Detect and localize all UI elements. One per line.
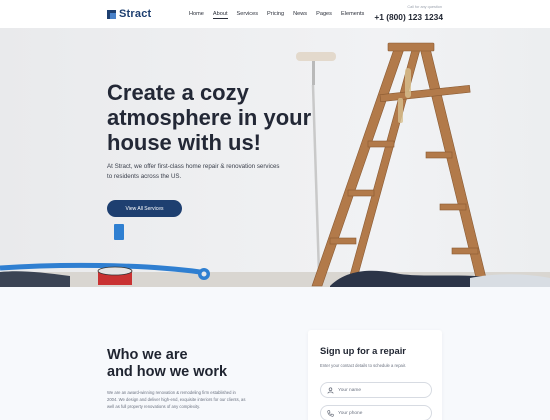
user-icon: [327, 387, 334, 394]
logo-text: Stract: [119, 8, 152, 20]
phone-label: Call for any question: [407, 5, 442, 9]
site-header: Stract Home About Services Pricing News …: [0, 0, 550, 28]
hero-subtitle: At Stract, we offer first-class home rep…: [107, 163, 280, 180]
phone-placeholder: Your phone: [338, 410, 363, 416]
paint-cup-icon: [114, 224, 124, 240]
view-services-button[interactable]: View All Services: [107, 200, 182, 217]
logo[interactable]: Stract: [107, 8, 151, 20]
name-placeholder: Your name: [338, 387, 362, 393]
signup-description: Enter your contact details to schedule a…: [320, 363, 407, 368]
signup-title: Sign up for a repair: [320, 345, 406, 356]
who-we-are-title: Who we are and how we work: [107, 347, 287, 381]
phone-field[interactable]: Your phone: [320, 405, 432, 420]
main-nav: Home About Services Pricing News Pages E…: [189, 11, 373, 19]
nav-news[interactable]: News: [293, 11, 307, 19]
paint-can-icon: [97, 266, 133, 285]
signup-card: Sign up for a repair Enter your contact …: [308, 330, 442, 420]
who-we-are-text: We are an award-winning renovation & rem…: [107, 390, 246, 409]
phone-number[interactable]: +1 (800) 123 1234: [374, 12, 443, 22]
nav-pricing[interactable]: Pricing: [267, 11, 284, 19]
tarp-icon: [0, 270, 550, 287]
hero-title: Create a cozy atmosphere in your house w…: [107, 80, 312, 155]
nav-elements[interactable]: Elements: [341, 11, 364, 19]
nav-home[interactable]: Home: [189, 11, 204, 19]
ladder-icon: [311, 42, 489, 287]
nav-about[interactable]: About: [212, 11, 228, 19]
nav-pages[interactable]: Pages: [316, 11, 332, 19]
nav-services[interactable]: Services: [237, 11, 258, 19]
who-title-line2: and how we work: [107, 364, 228, 380]
hero-section: Create a cozy atmosphere in your house w…: [0, 28, 550, 287]
phone-icon: [327, 409, 334, 417]
who-title-line1: Who we are: [107, 347, 188, 363]
name-field[interactable]: Your name: [320, 382, 432, 398]
logo-icon: [107, 9, 116, 19]
about-section: Who we are and how we work We are an awa…: [0, 287, 550, 420]
hero-illustration: [0, 42, 550, 287]
